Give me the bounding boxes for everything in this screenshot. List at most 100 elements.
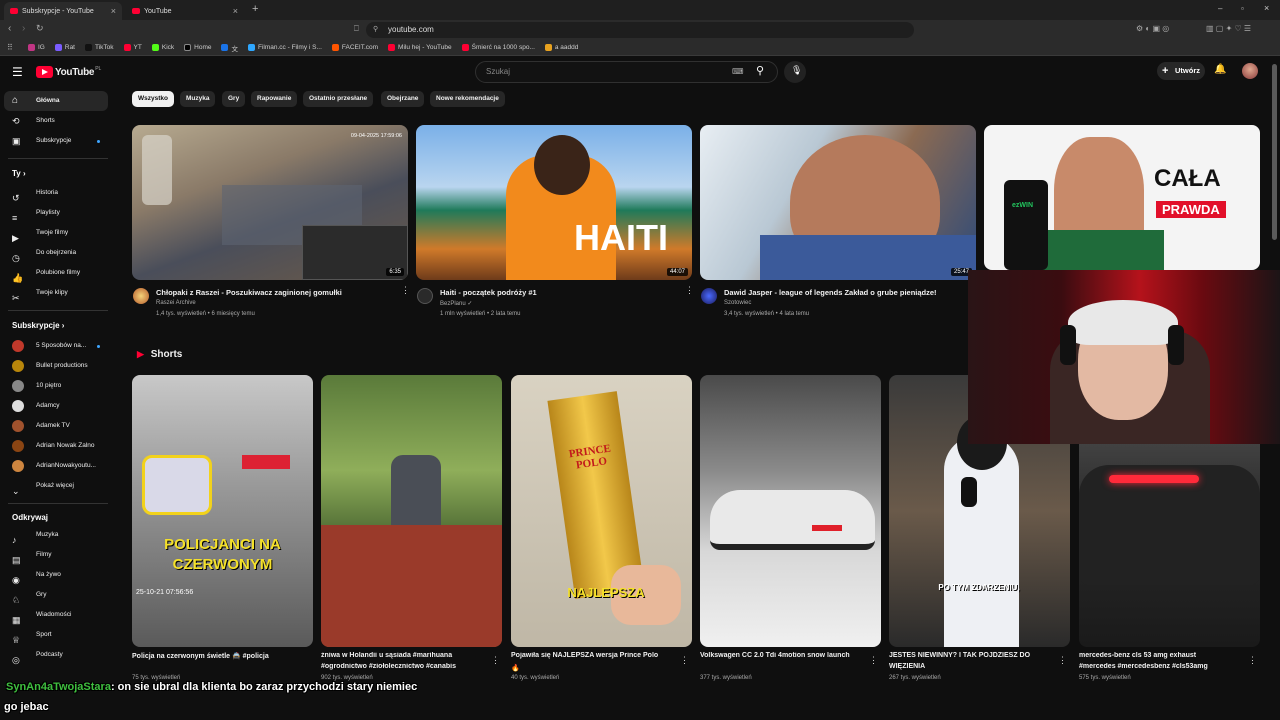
- more-options-icon[interactable]: ⋮: [680, 655, 689, 666]
- short-title[interactable]: żniwa w Holandii u sąsiada #marihuana: [321, 652, 491, 659]
- show-more-button[interactable]: ⌄ Pokaż więcej: [4, 476, 108, 496]
- more-options-icon[interactable]: ⋮: [491, 655, 500, 666]
- notifications-bell-icon[interactable]: 🔔: [1214, 64, 1226, 75]
- address-bar[interactable]: ⚲ youtube.com: [366, 22, 914, 38]
- short-title[interactable]: mercedes-benz cls 53 amg exhaust: [1079, 652, 1249, 659]
- sidebar-channel[interactable]: Adrian Nowak Zalno: [4, 436, 108, 456]
- bookmark[interactable]: TikTok: [85, 44, 114, 51]
- channel-avatar[interactable]: [417, 288, 433, 304]
- channel-avatar[interactable]: [133, 288, 149, 304]
- minimize-icon[interactable]: –: [1218, 4, 1222, 13]
- sidebar-item-sport[interactable]: ♕ Sport: [4, 625, 108, 645]
- video-thumbnail[interactable]: 25:47: [700, 125, 976, 280]
- search-button[interactable]: ⚲: [748, 61, 774, 83]
- short-thumbnail[interactable]: [700, 375, 881, 647]
- channel-avatar[interactable]: [701, 288, 717, 304]
- bookmark[interactable]: FACEIT.com: [331, 44, 378, 51]
- chip-watched[interactable]: Obejrzane: [381, 91, 425, 107]
- sidebar-item-liked[interactable]: 👍 Polubione filmy: [4, 263, 108, 283]
- keyboard-icon[interactable]: ⌨: [732, 62, 744, 82]
- video-title[interactable]: Chłopaki z Raszei - Poszukiwacz zaginion…: [156, 288, 342, 297]
- bookmark[interactable]: Home: [184, 44, 211, 51]
- video-title[interactable]: Haiti - początek podróży #1: [440, 288, 537, 297]
- sidebar-item-live[interactable]: ◉ Na żywo: [4, 565, 108, 585]
- search-input[interactable]: Szukaj ⌨: [475, 61, 778, 83]
- bookmark[interactable]: IG: [28, 44, 45, 51]
- sidebar-item-your-videos[interactable]: ▶ Twoje filmy: [4, 223, 108, 243]
- short-thumbnail[interactable]: POLICJANCI NA CZERWONYM 25-10-21 07:56:5…: [132, 375, 313, 647]
- chip-new-recommendations[interactable]: Nowe rekomendacje: [430, 91, 505, 107]
- hamburger-menu-icon[interactable]: ☰: [12, 65, 23, 79]
- maximize-icon[interactable]: ▫: [1241, 4, 1244, 13]
- more-options-icon[interactable]: ⋮: [1248, 655, 1257, 666]
- short-thumbnail[interactable]: PRINCE POLO NAJLEPSZA: [511, 375, 692, 647]
- voice-search-button[interactable]: 🎙: [784, 61, 806, 83]
- more-options-icon[interactable]: ⋮: [401, 286, 410, 295]
- forward-icon[interactable]: ›: [22, 23, 25, 34]
- bookmark[interactable]: Rat: [54, 44, 75, 51]
- sidebar-channel[interactable]: Adamek TV: [4, 416, 108, 436]
- video-thumbnail[interactable]: 09-04-2025 17:59:06 6:35: [132, 125, 408, 280]
- reload-icon[interactable]: ↻: [36, 23, 44, 34]
- browser-menu-icon[interactable]: ▥ ▢ ✦ ♡ ☰: [1206, 24, 1251, 33]
- bookmark[interactable]: Kick: [151, 44, 174, 51]
- bookmark[interactable]: Śmierć na 1000 spo...: [461, 44, 535, 51]
- chip-rap[interactable]: Rapowanie: [251, 91, 298, 107]
- short-title[interactable]: Volkswagen CC 2.0 Tdi 4motion snow launc…: [700, 652, 870, 659]
- bookmark[interactable]: YT: [123, 44, 142, 51]
- browser-tab-youtube[interactable]: YouTube ×: [126, 2, 244, 20]
- sidebar-channel[interactable]: 5 Sposobów na...: [4, 336, 108, 356]
- sidebar-channel[interactable]: Bullet productions: [4, 356, 108, 376]
- bookmark[interactable]: 文: [221, 43, 238, 53]
- chip-all[interactable]: Wszystko: [132, 91, 174, 107]
- chip-recently-uploaded[interactable]: Ostatnio przesłane: [303, 91, 374, 107]
- close-tab-icon[interactable]: ×: [233, 6, 238, 16]
- extensions-icon[interactable]: ⚙ ◐ ▣ ◎: [1136, 24, 1169, 33]
- sidebar-item-clips[interactable]: ✂ Twoje klipy: [4, 283, 108, 303]
- more-options-icon[interactable]: ⋮: [685, 286, 694, 295]
- sidebar-item-history[interactable]: ↺ Historia: [4, 183, 108, 203]
- subscriptions-section-header[interactable]: Subskrypcje ›: [12, 321, 64, 330]
- bookmark[interactable]: a aaddd: [544, 44, 578, 51]
- video-thumbnail[interactable]: ezWIN CAŁA PRAWDA: [984, 125, 1260, 270]
- short-title[interactable]: Policja na czerwonym świetle 🚔 #policja: [132, 652, 302, 660]
- close-tab-icon[interactable]: ×: [111, 6, 116, 16]
- chip-games[interactable]: Gry: [222, 91, 246, 107]
- apps-icon[interactable]: ⠿: [7, 43, 13, 52]
- channel-name[interactable]: Raszei Archive: [156, 300, 196, 306]
- create-button[interactable]: + Utwórz: [1157, 62, 1205, 80]
- channel-name[interactable]: BezPlanu ✓: [440, 300, 472, 307]
- video-thumbnail[interactable]: HAITI 44:07: [416, 125, 692, 280]
- sidebar-item-watch-later[interactable]: ◷ Do obejrzenia: [4, 243, 108, 263]
- new-tab-icon[interactable]: +: [252, 3, 258, 15]
- sidebar-item-movies[interactable]: ▤ Filmy: [4, 545, 108, 565]
- you-section-header[interactable]: Ty ›: [12, 169, 26, 178]
- channel-name[interactable]: Szotowiec: [724, 300, 751, 306]
- sidebar-item-shorts[interactable]: ⟲ Shorts: [4, 111, 108, 131]
- close-window-icon[interactable]: ×: [1264, 3, 1269, 13]
- sidebar-item-news[interactable]: ▦ Wiadomości: [4, 605, 108, 625]
- chip-music[interactable]: Muzyka: [180, 91, 216, 107]
- short-title-line-2[interactable]: #mercedes #mercedesbenz #cls53amg: [1079, 663, 1249, 670]
- bookmark[interactable]: Milu hej - YouTube: [388, 44, 452, 51]
- short-title-line-2[interactable]: #ogrodnictwo #ziołolecznictwo #canabis: [321, 663, 491, 670]
- sidebar-item-gaming[interactable]: ♘ Gry: [4, 585, 108, 605]
- sidebar-item-podcasts[interactable]: ◎ Podcasty: [4, 645, 108, 665]
- youtube-logo[interactable]: YouTube PL: [36, 66, 101, 78]
- avatar[interactable]: [1242, 63, 1258, 79]
- sidebar-item-home[interactable]: ⌂ Główna: [4, 91, 108, 111]
- more-options-icon[interactable]: ⋮: [1058, 655, 1067, 666]
- browser-tab-subscriptions[interactable]: Subskrypcje - YouTube ×: [4, 2, 122, 20]
- short-title-line-2[interactable]: WIĘZIENIA: [889, 663, 1059, 670]
- sidebar-item-playlists[interactable]: ≡ Playlisty: [4, 203, 108, 223]
- sidebar-channel[interactable]: Adamcy: [4, 396, 108, 416]
- scrollbar-thumb[interactable]: [1272, 64, 1277, 240]
- bookmark[interactable]: Filman.cc - Filmy i S...: [247, 44, 322, 51]
- site-info-icon[interactable]: ⚲: [373, 22, 378, 38]
- short-title[interactable]: JESTEŚ NIEWINNY? I TAK PÓJDZIESZ DO: [889, 652, 1059, 659]
- video-title[interactable]: Dawid Jasper - league of legends Zakład …: [724, 288, 937, 297]
- sidebar-channel[interactable]: AdrianNowakyoutu...: [4, 456, 108, 476]
- back-icon[interactable]: ‹: [8, 23, 11, 34]
- more-options-icon[interactable]: ⋮: [869, 655, 878, 666]
- bookmark-page-icon[interactable]: ⎕: [354, 24, 359, 34]
